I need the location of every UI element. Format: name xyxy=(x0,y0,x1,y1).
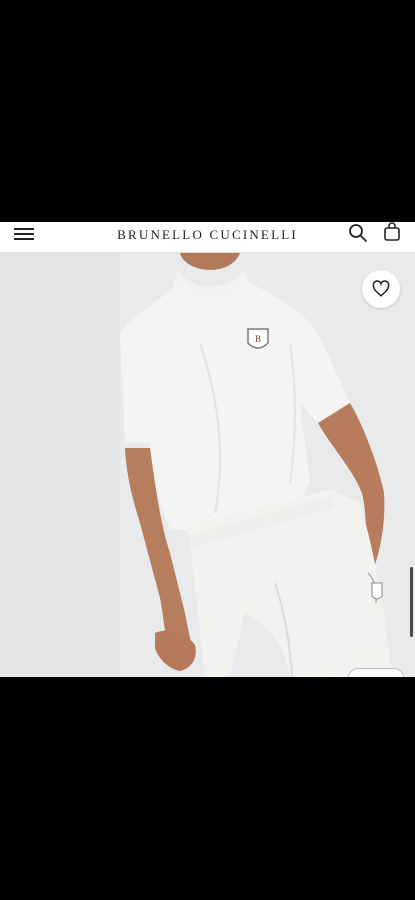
search-icon[interactable] xyxy=(348,223,368,243)
heart-icon xyxy=(372,280,390,297)
site-header: BRUNELLO CUCINELLI xyxy=(0,222,415,253)
partial-button[interactable] xyxy=(348,668,404,677)
wishlist-button[interactable] xyxy=(362,270,400,308)
scrollbar[interactable] xyxy=(410,567,413,637)
product-photo: B xyxy=(0,253,415,677)
app-screen: BRUNELLO CUCINELLI B xyxy=(0,222,415,677)
shopping-bag-icon[interactable] xyxy=(382,222,402,242)
svg-text:B: B xyxy=(255,334,261,344)
